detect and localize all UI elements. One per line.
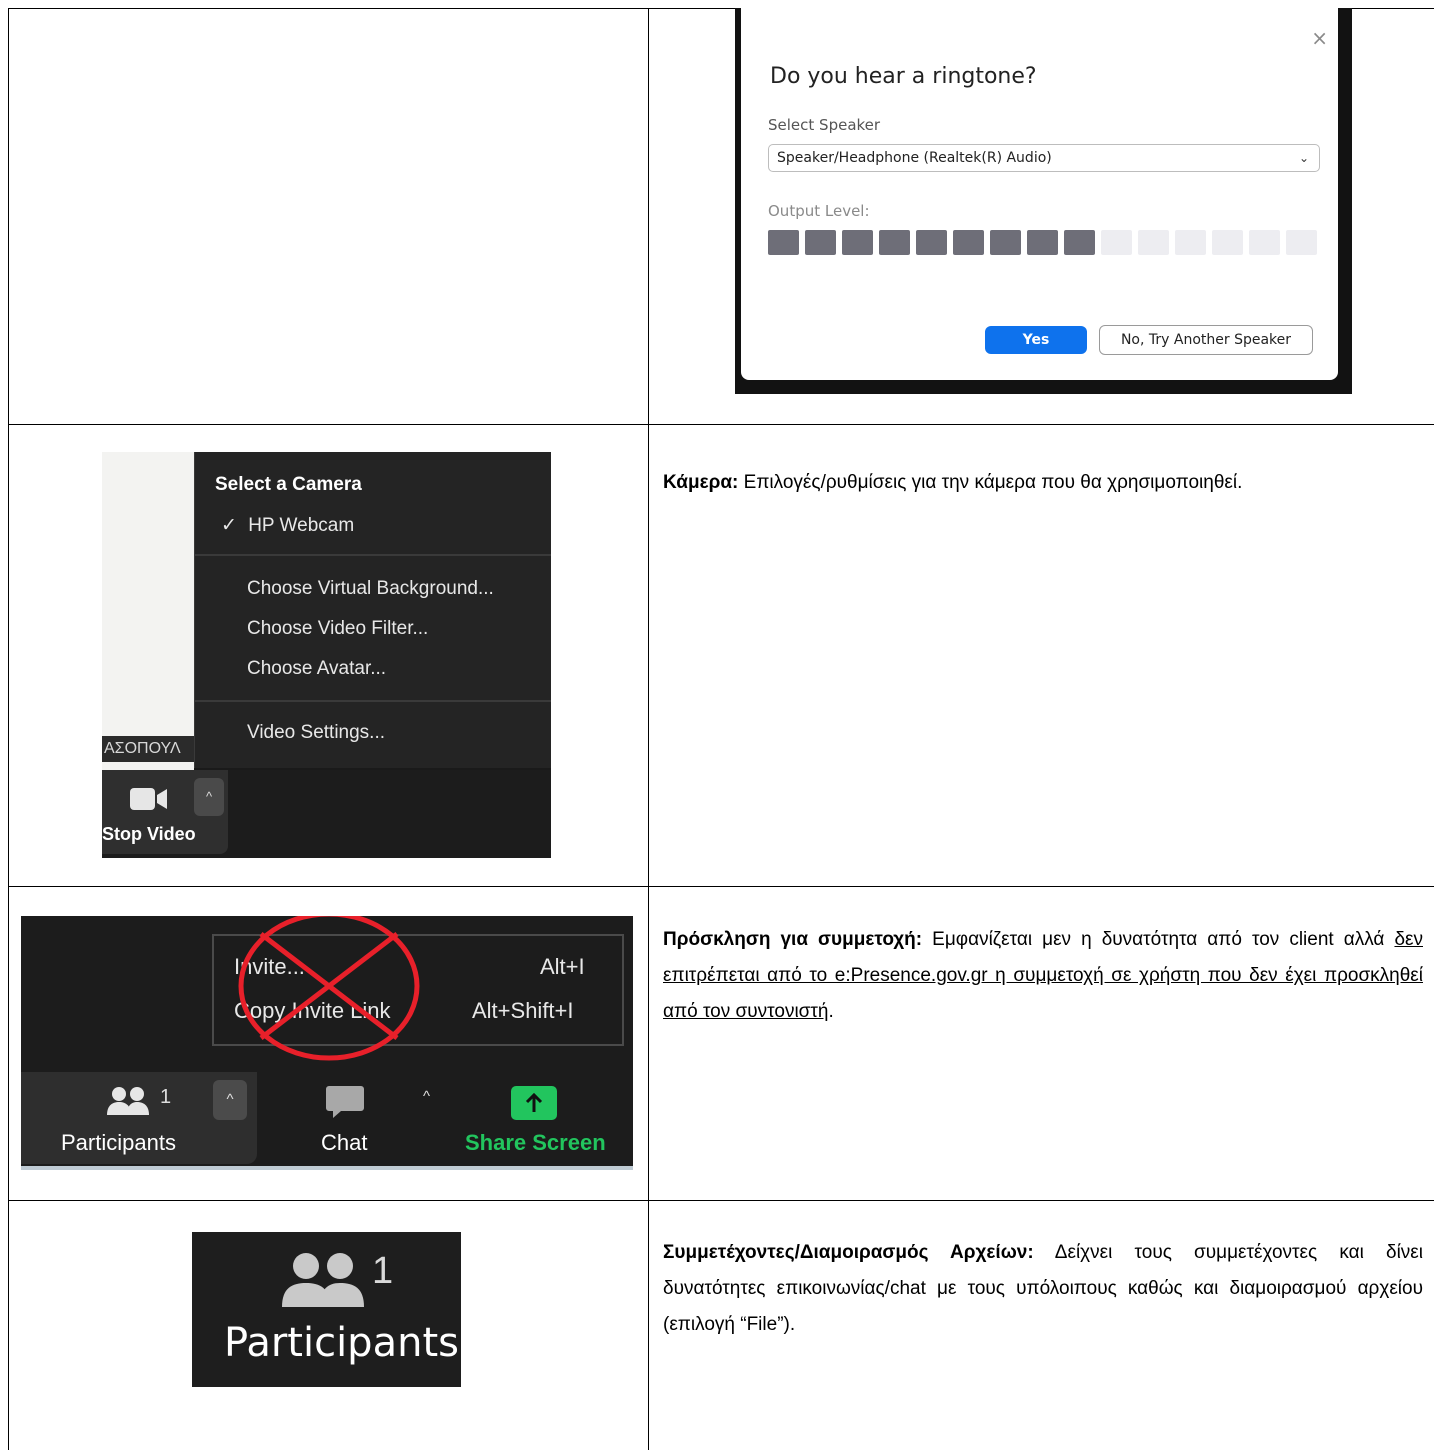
invite-shortcut: Alt+I bbox=[540, 954, 585, 979]
participants-description: Συμμετέχοντες/Διαμοιρασμός Αρχείων: Δείχ… bbox=[663, 1235, 1423, 1343]
participants-count: 1 bbox=[160, 1086, 172, 1108]
table-border-left bbox=[8, 8, 9, 1450]
output-level-label: Output Level: bbox=[768, 202, 870, 220]
share-screen-icon bbox=[511, 1086, 557, 1120]
ringtone-dialog: × Do you hear a ringtone? Select Speaker… bbox=[741, 8, 1338, 380]
chat-bubble-icon bbox=[326, 1086, 364, 1118]
output-level-meter bbox=[768, 230, 1317, 255]
camera-description: Κάμερα: Επιλογές/ρυθμίσεις για την κάμερ… bbox=[663, 465, 1423, 501]
stop-video-button[interactable]: ^ Stop Video bbox=[102, 770, 228, 854]
participants-screenshot: 1 Participants bbox=[192, 1232, 461, 1387]
menu-item-virtual-background[interactable]: Choose Virtual Background... bbox=[247, 578, 494, 600]
participants-button[interactable]: 1 ^ Participants bbox=[21, 1072, 257, 1164]
level-segment bbox=[879, 230, 910, 255]
level-segment bbox=[953, 230, 984, 255]
menu-separator bbox=[195, 700, 551, 702]
speaker-select-value: Speaker/Headphone (Realtek(R) Audio) bbox=[777, 150, 1052, 166]
chat-label: Chat bbox=[321, 1130, 368, 1155]
level-segment bbox=[1249, 230, 1280, 255]
menu-item-video-settings[interactable]: Video Settings... bbox=[247, 722, 385, 744]
participants-label: Participants bbox=[224, 1320, 459, 1366]
copy-link-shortcut: Alt+Shift+I bbox=[472, 998, 574, 1023]
video-options-caret[interactable]: ^ bbox=[194, 778, 224, 816]
level-segment bbox=[916, 230, 947, 255]
level-segment bbox=[990, 230, 1021, 255]
table-column-divider bbox=[648, 8, 649, 1450]
level-segment bbox=[1064, 230, 1095, 255]
invite-description-end: . bbox=[828, 1001, 834, 1022]
level-segment bbox=[1212, 230, 1243, 255]
screenshot-bottom-edge bbox=[21, 1166, 633, 1170]
level-segment bbox=[805, 230, 836, 255]
chat-button[interactable]: ^ Chat bbox=[311, 1072, 443, 1164]
chat-options-caret[interactable]: ^ bbox=[423, 1088, 430, 1105]
menu-item-video-filter[interactable]: Choose Video Filter... bbox=[247, 618, 428, 640]
invite-description-text: Εμφανίζεται μεν η δυνατότητα από τον cli… bbox=[922, 929, 1395, 950]
menu-header: Select a Camera bbox=[215, 474, 362, 495]
camera-description-title: Κάμερα: bbox=[663, 472, 739, 493]
participants-description-title: Συμμετέχοντες/Διαμοιρασμός Αρχείων: bbox=[663, 1242, 1034, 1263]
speaker-select[interactable]: Speaker/Headphone (Realtek(R) Audio) ⌄ bbox=[768, 144, 1320, 172]
menu-separator bbox=[195, 554, 551, 556]
menu-item-avatar[interactable]: Choose Avatar... bbox=[247, 658, 386, 680]
participants-options-caret[interactable]: ^ bbox=[213, 1080, 247, 1120]
yes-button[interactable]: Yes bbox=[985, 326, 1087, 354]
camera-option-label: HP Webcam bbox=[248, 515, 355, 536]
video-camera-icon bbox=[130, 788, 167, 810]
meeting-toolbar: ^ Stop Video bbox=[102, 770, 551, 858]
dialog-title: Do you hear a ringtone? bbox=[770, 64, 1037, 89]
participants-icon bbox=[282, 1253, 364, 1307]
level-segment bbox=[768, 230, 799, 255]
participants-icon bbox=[107, 1087, 149, 1115]
level-segment bbox=[1101, 230, 1132, 255]
invite-description: Πρόσκληση για συμμετοχή: Εμφανίζεται μεν… bbox=[663, 922, 1423, 1030]
camera-menu-screenshot: ΑΣΟΠΟΥΛ Select a Camera ✓ HP Webcam Choo… bbox=[102, 452, 551, 858]
close-icon[interactable]: × bbox=[1311, 28, 1328, 48]
participant-name-tag: ΑΣΟΠΟΥΛ bbox=[102, 736, 204, 762]
level-segment bbox=[1286, 230, 1317, 255]
table-row-divider-1 bbox=[8, 424, 1434, 425]
level-segment bbox=[1175, 230, 1206, 255]
level-segment bbox=[1138, 230, 1169, 255]
invite-menu-screenshot: Invite... Alt+I Copy Invite Link Alt+Shi… bbox=[21, 916, 633, 1170]
level-segment bbox=[842, 230, 873, 255]
camera-menu: Select a Camera ✓ HP Webcam Choose Virtu… bbox=[194, 452, 551, 768]
stop-video-label: Stop Video bbox=[102, 824, 196, 844]
check-icon: ✓ bbox=[221, 515, 237, 536]
participants-label: Participants bbox=[61, 1130, 176, 1155]
invite-description-title: Πρόσκληση για συμμετοχή: bbox=[663, 929, 923, 950]
ringtone-dialog-screenshot: × Do you hear a ringtone? Select Speaker… bbox=[735, 8, 1352, 394]
participants-count: 1 bbox=[372, 1250, 394, 1292]
table-row-divider-3 bbox=[8, 1200, 1434, 1201]
select-speaker-label: Select Speaker bbox=[768, 116, 881, 134]
camera-option-hp-webcam[interactable]: ✓ HP Webcam bbox=[221, 514, 354, 537]
camera-description-text: Επιλογές/ρυθμίσεις για την κάμερα που θα… bbox=[738, 472, 1243, 493]
table-row-divider-2 bbox=[8, 886, 1434, 887]
share-screen-button[interactable]: Share Screen bbox=[457, 1072, 633, 1164]
meeting-toolbar: 1 ^ Participants ^ Chat Share Screen bbox=[21, 1072, 633, 1166]
chevron-down-icon: ⌄ bbox=[1298, 151, 1309, 165]
video-preview bbox=[102, 452, 194, 770]
prohibited-cross-icon bbox=[238, 916, 420, 1061]
try-another-speaker-button[interactable]: No, Try Another Speaker bbox=[1099, 325, 1313, 355]
level-segment bbox=[1027, 230, 1058, 255]
share-screen-label: Share Screen bbox=[465, 1130, 606, 1155]
